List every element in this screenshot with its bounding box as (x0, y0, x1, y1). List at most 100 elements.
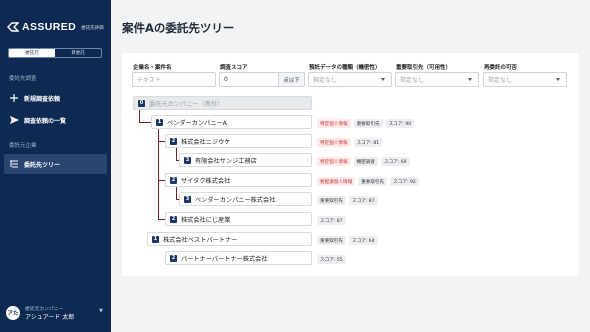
tag-score: スコア: 87 (317, 216, 346, 225)
tree-panel: 企業名・案件名 テキスト 調査スコア 0 点以下 預託データの種類（機密性） 指… (122, 53, 579, 276)
name-search-input[interactable]: テキスト (132, 72, 216, 87)
tag-score: スコア: 81 (353, 138, 383, 147)
score-suffix: 点以下 (278, 72, 305, 87)
tag-important: 重要取引先 (317, 236, 346, 245)
tag-important: 重要取引先 (358, 177, 388, 186)
tag-score: スコア: 69 (380, 157, 410, 166)
tag-score: スコア: 87 (348, 196, 378, 205)
plus-icon (9, 93, 19, 103)
tree-node[interactable]: 2 サイタク株式会社 (165, 173, 312, 187)
page-title: 案件Aの委託先ツリー (122, 21, 235, 35)
tag-score: スコア: 90 (385, 119, 415, 128)
level-badge: 2 (170, 176, 177, 184)
resubcontract-value: 指定なし (488, 77, 513, 84)
user-org: 委託元カンパニー (25, 307, 64, 312)
tree-node[interactable]: 2 株式会社にじ産業 (165, 212, 312, 226)
node-tags: 要配慮個人情報 重要取引先 スコア: 92 (317, 177, 419, 186)
score-input[interactable]: 0 (219, 72, 279, 87)
filter-dest-label: 重要取引先（可用性） (396, 65, 452, 71)
role-toggle: 委託元 目委託 (8, 48, 102, 58)
node-name: パートナーパートナー株式会社 (181, 255, 268, 263)
level-badge: 2 (170, 137, 177, 145)
assured-logo-icon (7, 22, 19, 32)
level-badge: 1 (152, 235, 159, 243)
important-partner-value: 指定なし (400, 77, 425, 84)
nav-request-list-label: 調査依頼の一覧 (24, 117, 67, 125)
tag-score: スコア: 92 (390, 177, 419, 186)
tag-data-type: 要配慮個人情報 (317, 177, 356, 186)
section-label-company: 委託元企業 (9, 143, 37, 149)
nav-tree[interactable]: 委託先ツリー (4, 154, 107, 174)
level-badge: 3 (184, 156, 191, 164)
tree-line (139, 110, 140, 122)
avatar: アた (6, 306, 20, 320)
tree-node[interactable]: 2 株式会社ニジウケ (165, 134, 312, 148)
node-name: ベンダーカンパニーA (167, 119, 227, 127)
node-name: サイタク株式会社 (181, 177, 231, 185)
filter-name-label: 企業名・案件名 (133, 65, 172, 71)
tree-line (176, 187, 177, 199)
node-name: 株式会社ベストパートナー (163, 236, 238, 244)
important-partner-select[interactable]: 指定なし (395, 72, 479, 87)
node-name: 有限会社サンジ工務店 (195, 157, 257, 165)
tag-score: スコア: 64 (348, 236, 378, 245)
chevron-down-icon (556, 78, 560, 81)
node-tags: 特定個人情報 機密調査 スコア: 69 (317, 157, 410, 166)
tree-node[interactable]: 3 有限会社サンジ工務店 (179, 153, 312, 167)
tree-icon (9, 159, 19, 169)
node-tags: 特定個人情報 重要取引先 スコア: 90 (317, 119, 415, 128)
nav-new-request-label: 新規調査依頼 (24, 95, 61, 103)
brand[interactable]: ASSURED 委託先評価 (7, 21, 104, 33)
node-name: ベンダーカンパニー株式会社 (195, 196, 276, 204)
chevron-down-icon: ▼ (99, 308, 103, 314)
resubcontract-select[interactable]: 指定なし (483, 72, 567, 87)
user-name: アシュアード 太郎 (25, 314, 75, 321)
tag-score: スコア: 55 (317, 255, 346, 264)
tag-data-type: 特定個人情報 (317, 138, 351, 147)
level-badge: 1 (156, 118, 163, 126)
send-icon (9, 115, 19, 125)
level-badge: 2 (170, 215, 177, 223)
tag-important: 重要取引先 (353, 119, 383, 128)
tree-line (139, 122, 151, 123)
user-menu[interactable]: アた 委託元カンパニー アシュアード 太郎 ▼ (6, 304, 106, 322)
score-value: 0 (224, 76, 228, 83)
toggle-itakumoto[interactable]: 委託元 (9, 49, 55, 57)
tree-line (176, 148, 177, 160)
brand-name: ASSURED (22, 21, 77, 33)
toggle-itakusaki[interactable]: 目委託 (55, 49, 101, 57)
nav-request-list[interactable]: 調査依頼の一覧 (4, 110, 107, 130)
tree-node-root[interactable]: 0 委託元カンパニー（貴社） (133, 96, 312, 110)
tag-survey: 機密調査 (353, 157, 378, 166)
level-badge: 2 (170, 254, 177, 262)
tree-node[interactable]: 1 株式会社ベストパートナー (147, 232, 312, 246)
tree-line (158, 129, 159, 219)
node-tags: スコア: 55 (317, 255, 346, 264)
chevron-down-icon (468, 78, 472, 81)
name-search-placeholder: テキスト (137, 77, 161, 84)
filter-resub-label: 再委託の可否 (484, 65, 518, 71)
nav-new-request[interactable]: 新規調査依頼 (4, 88, 107, 108)
filter-score-label: 調査スコア (220, 65, 248, 71)
tree-node[interactable]: 1 ベンダーカンパニーA (151, 115, 312, 129)
filter-data-label: 預託データの種類（機密性） (309, 65, 381, 71)
tree-node[interactable]: 2 パートナーパートナー株式会社 (165, 251, 312, 265)
node-tags: 重要取引先 スコア: 64 (317, 236, 378, 245)
node-tags: 重要取引先 スコア: 87 (317, 196, 378, 205)
section-label-survey: 委託先調査 (9, 76, 37, 82)
tag-important: 重要取引先 (317, 196, 346, 205)
sidebar: ASSURED 委託先評価 委託元 目委託 委託先調査 新規調査依頼 調査依頼の… (0, 0, 111, 332)
tag-data-type: 特定個人情報 (317, 119, 351, 128)
level-badge: 3 (184, 195, 191, 203)
node-tags: スコア: 87 (317, 216, 346, 225)
node-name: 株式会社ニジウケ (181, 138, 231, 146)
node-name: 委託元カンパニー（貴社） (149, 100, 224, 108)
level-badge: 0 (138, 99, 145, 107)
tag-data-type: 特定個人情報 (317, 157, 351, 166)
brand-subtitle: 委託先評価 (81, 26, 104, 31)
node-tags: 特定個人情報 スコア: 81 (317, 138, 383, 147)
data-type-select[interactable]: 指定なし (308, 72, 392, 87)
tree-node[interactable]: 3 ベンダーカンパニー株式会社 (179, 192, 312, 206)
data-type-value: 指定なし (313, 77, 338, 84)
nav-tree-label: 委託先ツリー (24, 161, 61, 169)
